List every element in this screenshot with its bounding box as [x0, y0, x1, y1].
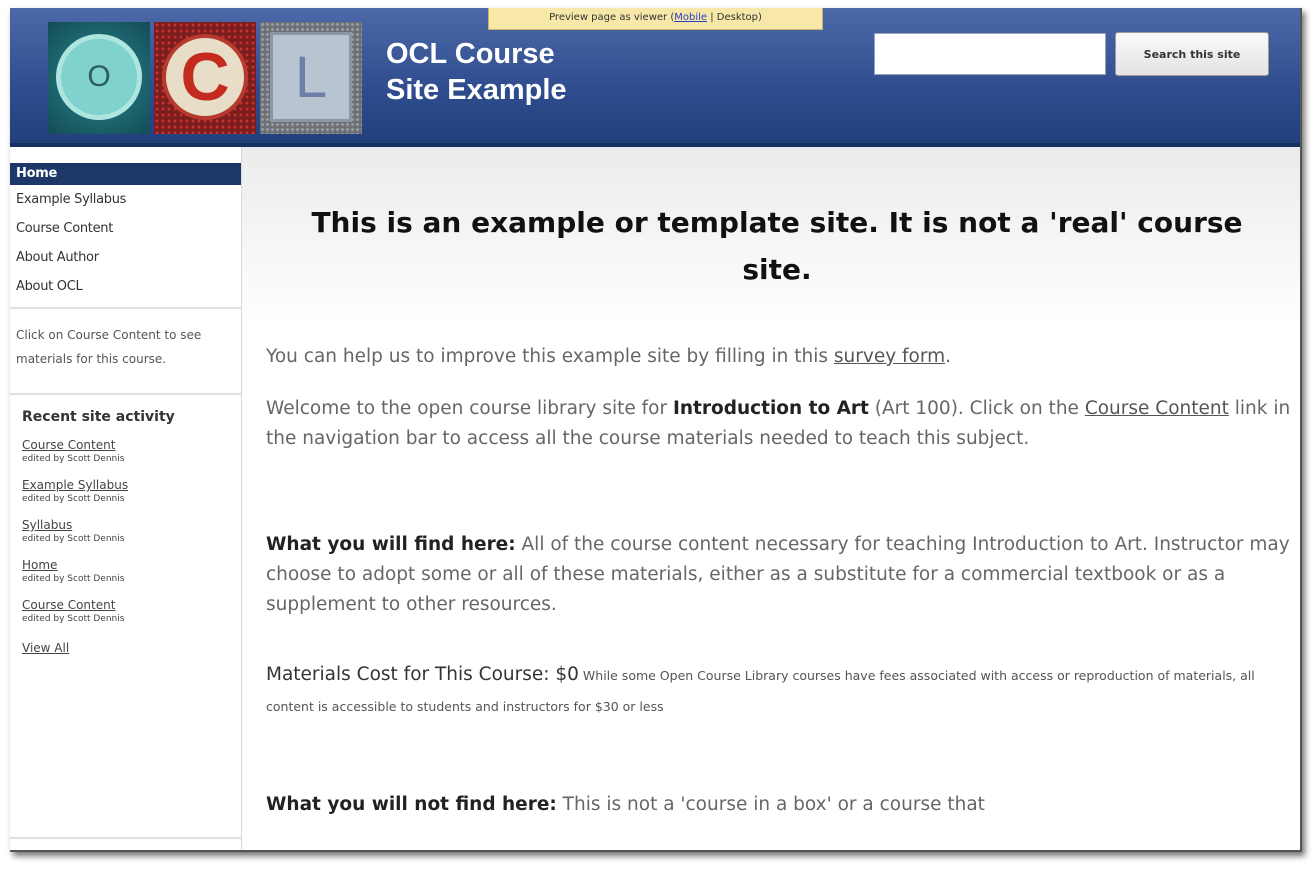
materials-cost-label: Materials Cost for This Course:: [266, 664, 556, 685]
site-title[interactable]: OCL Course Site Example: [386, 36, 567, 108]
survey-paragraph: You can help us to improve this example …: [266, 342, 1291, 372]
recent-activity-link[interactable]: Course Content: [22, 597, 241, 613]
logo-tile-l: L: [260, 22, 362, 134]
welcome-text-mid: (Art 100). Click on the: [868, 398, 1085, 419]
recent-activity-editor: edited by Scott Dennis: [22, 574, 125, 584]
not-find-paragraph: What you will not find here: This is not…: [266, 790, 1291, 820]
not-find-text: This is not a 'course in a box' or a cou…: [556, 794, 985, 815]
logo-tile-o: O: [48, 22, 150, 134]
materials-cost-value: $0: [555, 664, 579, 685]
preview-mobile-link[interactable]: Mobile: [674, 12, 707, 23]
recent-activity-heading: Recent site activity: [22, 409, 175, 425]
sidebar-divider: [10, 307, 241, 309]
survey-text: You can help us to improve this example …: [266, 346, 834, 367]
logo-letter-l: L: [270, 32, 352, 122]
search-button[interactable]: Search this site: [1115, 32, 1269, 76]
course-content-link[interactable]: Course Content: [1085, 398, 1229, 419]
recent-activity-item: Home edited by Scott Dennis: [10, 557, 241, 585]
materials-cost-paragraph: Materials Cost for This Course: $0 While…: [266, 660, 1291, 722]
logo-tile-c: C: [154, 22, 256, 134]
recent-activity-link[interactable]: Course Content: [22, 437, 241, 453]
find-here-paragraph: What you will find here: All of the cour…: [266, 530, 1291, 620]
preview-viewer-bar: Preview page as viewer (Mobile | Desktop…: [488, 8, 823, 30]
site-title-line2: Site Example: [386, 74, 567, 106]
nav-item-example-syllabus[interactable]: Example Syllabus: [10, 185, 241, 214]
survey-form-link[interactable]: survey form: [834, 346, 945, 367]
recent-activity-item: Syllabus edited by Scott Dennis: [10, 517, 241, 545]
nav-item-home[interactable]: Home: [10, 163, 241, 185]
nav-item-about-author[interactable]: About Author: [10, 243, 241, 272]
preview-prefix: Preview page as viewer (: [549, 12, 675, 23]
recent-activity-link[interactable]: Example Syllabus: [22, 477, 241, 493]
sidebar-divider: [10, 837, 241, 839]
browser-page: O C L OCL Course Site Example Search thi…: [10, 8, 1302, 852]
recent-activity-editor: edited by Scott Dennis: [22, 534, 125, 544]
site-logo[interactable]: O C L: [48, 22, 366, 134]
recent-activity-editor: edited by Scott Dennis: [22, 614, 125, 624]
preview-suffix: | Desktop): [707, 12, 762, 23]
recent-activity-item: Course Content edited by Scott Dennis: [10, 597, 241, 625]
recent-activity-item: Course Content edited by Scott Dennis: [10, 437, 241, 465]
course-name: Introduction to Art: [672, 398, 869, 419]
welcome-paragraph: Welcome to the open course library site …: [266, 394, 1291, 454]
sidebar-note: Click on Course Content to see materials…: [16, 328, 202, 366]
find-here-label: What you will find here:: [266, 534, 516, 555]
survey-text-end: .: [945, 346, 952, 367]
page-title: This is an example or template site. It …: [311, 206, 1243, 286]
not-find-label: What you will not find here:: [266, 794, 557, 815]
recent-activity-link[interactable]: Home: [22, 557, 241, 573]
recent-activity-editor: edited by Scott Dennis: [22, 454, 125, 464]
site-title-line1: OCL Course: [386, 38, 555, 70]
welcome-text: Welcome to the open course library site …: [266, 398, 673, 419]
logo-letter-o: O: [56, 34, 142, 120]
recent-activity-item: Example Syllabus edited by Scott Dennis: [10, 477, 241, 505]
nav-item-about-ocl[interactable]: About OCL: [10, 272, 241, 301]
view-all-link[interactable]: View All: [10, 641, 69, 655]
sidebar: Home Example Syllabus Course Content Abo…: [10, 147, 242, 850]
nav-item-course-content[interactable]: Course Content: [10, 214, 241, 243]
main-content: This is an example or template site. It …: [242, 147, 1300, 850]
sidebar-divider: [10, 393, 241, 395]
recent-activity-link[interactable]: Syllabus: [22, 517, 241, 533]
logo-letter-c: C: [162, 34, 248, 120]
recent-activity-editor: edited by Scott Dennis: [22, 494, 125, 504]
search-input[interactable]: [874, 33, 1106, 75]
